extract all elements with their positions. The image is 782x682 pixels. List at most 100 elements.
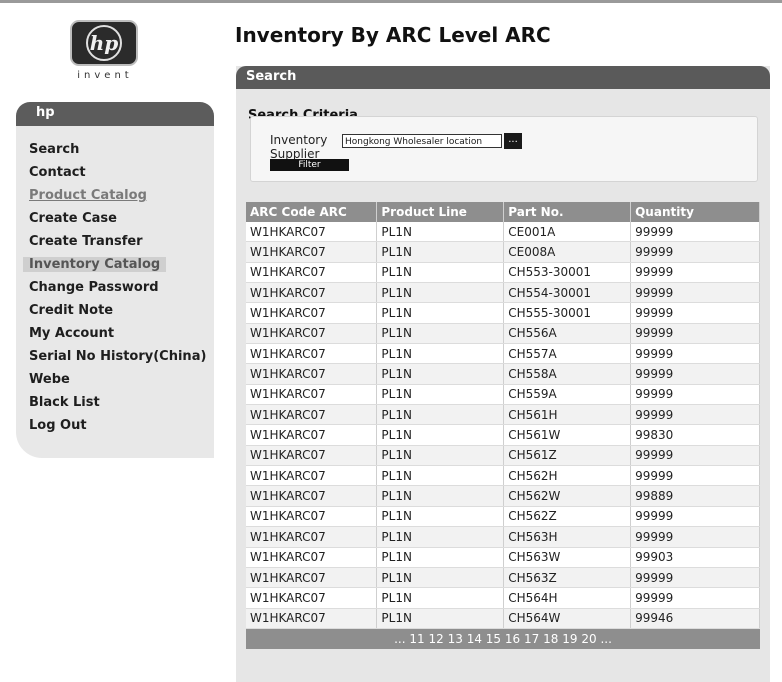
cell-arc-code: W1HKARC07 — [246, 424, 378, 446]
table-row[interactable]: W1HKARC07 PL1N CH554-30001 99999 — [246, 282, 760, 304]
cell-arc-code: W1HKARC07 — [246, 547, 378, 568]
table-row[interactable]: W1HKARC07 PL1N CH556A 99999 — [246, 323, 760, 345]
cell-quantity: 99999 — [630, 262, 760, 284]
inventory-table: ARC Code ARC Product Line Part No. Quant… — [246, 202, 760, 649]
sidebar: hp Search Contact Product Catalog Create… — [16, 102, 214, 458]
cell-part-no: CH563H — [503, 526, 632, 548]
pager-page-link[interactable]: 20 — [581, 632, 596, 646]
sidebar-item-change-password[interactable]: Change Password — [29, 278, 206, 301]
sidebar-item-my-account[interactable]: My Account — [29, 324, 206, 347]
cell-part-no: CE008A — [503, 241, 632, 263]
table-row[interactable]: W1HKARC07 PL1N CH557A 99999 — [246, 343, 760, 365]
sidebar-item-black-list[interactable]: Black List — [29, 393, 206, 416]
pager-page-link[interactable]: 14 — [467, 632, 482, 646]
cell-product-line: PL1N — [376, 323, 505, 345]
cell-product-line: PL1N — [376, 465, 505, 487]
pager-page-link[interactable]: 18 — [543, 632, 558, 646]
table-row[interactable]: W1HKARC07 PL1N CH563W 99903 — [246, 547, 760, 568]
cell-quantity: 99999 — [630, 465, 760, 487]
pager-prev-ellipsis[interactable]: ... — [394, 632, 405, 646]
table-row[interactable]: W1HKARC07 PL1N CH555-30001 99999 — [246, 302, 760, 324]
hp-logo-icon: hp — [86, 25, 122, 61]
cell-product-line: PL1N — [376, 526, 505, 548]
cell-arc-code: W1HKARC07 — [246, 485, 378, 507]
cell-arc-code: W1HKARC07 — [246, 608, 378, 629]
sidebar-item-webe[interactable]: Webe — [29, 370, 206, 393]
cell-quantity: 99999 — [630, 323, 760, 345]
sidebar-item-create-transfer[interactable]: Create Transfer — [29, 232, 206, 255]
sidebar-item-product-catalog[interactable]: Product Catalog — [29, 186, 206, 209]
cell-part-no: CH562H — [503, 465, 632, 487]
cell-product-line: PL1N — [376, 547, 505, 568]
sidebar-item-create-case[interactable]: Create Case — [29, 209, 206, 232]
sidebar-item-search[interactable]: Search — [29, 140, 206, 163]
table-row[interactable]: W1HKARC07 PL1N CH561H 99999 — [246, 404, 760, 426]
column-header-part-no[interactable]: Part No. — [503, 202, 632, 222]
pager-page-link[interactable]: 13 — [448, 632, 463, 646]
supplier-browse-button[interactable]: ... — [504, 133, 522, 149]
cell-part-no: CH563W — [503, 547, 632, 568]
table-row[interactable]: W1HKARC07 PL1N CH562Z 99999 — [246, 506, 760, 528]
table-row[interactable]: W1HKARC07 PL1N CH563H 99999 — [246, 526, 760, 548]
cell-product-line: PL1N — [376, 424, 505, 446]
table-row[interactable]: W1HKARC07 PL1N CE001A 99999 — [246, 222, 760, 243]
sidebar-item-serial-no-history[interactable]: Serial No History(China) — [29, 347, 206, 370]
cell-part-no: CH562Z — [503, 506, 632, 528]
pager-page-link[interactable]: 16 — [505, 632, 520, 646]
column-header-arc-code[interactable]: ARC Code ARC — [246, 202, 378, 222]
filter-button[interactable]: Filter — [270, 159, 349, 171]
cell-part-no: CE001A — [503, 222, 632, 243]
cell-arc-code: W1HKARC07 — [246, 506, 378, 528]
table-row[interactable]: W1HKARC07 PL1N CE008A 99999 — [246, 241, 760, 263]
cell-product-line: PL1N — [376, 241, 505, 263]
sidebar-item-inventory-catalog[interactable]: Inventory Catalog — [23, 255, 206, 278]
table-row[interactable]: W1HKARC07 PL1N CH553-30001 99999 — [246, 262, 760, 284]
logo-mark: hp — [90, 31, 119, 55]
cell-arc-code: W1HKARC07 — [246, 445, 378, 467]
cell-part-no: CH564W — [503, 608, 632, 629]
table-row[interactable]: W1HKARC07 PL1N CH561Z 99999 — [246, 445, 760, 467]
pager-page-link[interactable]: 17 — [524, 632, 539, 646]
column-header-quantity[interactable]: Quantity — [630, 202, 760, 222]
cell-arc-code: W1HKARC07 — [246, 262, 378, 284]
table-row[interactable]: W1HKARC07 PL1N CH561W 99830 — [246, 424, 760, 446]
cell-quantity: 99999 — [630, 222, 760, 243]
cell-arc-code: W1HKARC07 — [246, 384, 378, 406]
cell-product-line: PL1N — [376, 567, 505, 589]
cell-arc-code: W1HKARC07 — [246, 526, 378, 548]
table-row[interactable]: W1HKARC07 PL1N CH562H 99999 — [246, 465, 760, 487]
table-row[interactable]: W1HKARC07 PL1N CH558A 99999 — [246, 363, 760, 385]
cell-product-line: PL1N — [376, 445, 505, 467]
cell-part-no: CH559A — [503, 384, 632, 406]
table-row[interactable]: W1HKARC07 PL1N CH559A 99999 — [246, 384, 760, 406]
pager-page-link[interactable]: 15 — [486, 632, 501, 646]
sidebar-item-credit-note[interactable]: Credit Note — [29, 301, 206, 324]
cell-part-no: CH556A — [503, 323, 632, 345]
cell-quantity: 99999 — [630, 363, 760, 385]
table-row[interactable]: W1HKARC07 PL1N CH562W 99889 — [246, 485, 760, 507]
cell-arc-code: W1HKARC07 — [246, 363, 378, 385]
table-row[interactable]: W1HKARC07 PL1N CH564H 99999 — [246, 587, 760, 609]
pager-page-link[interactable]: 19 — [562, 632, 577, 646]
cell-product-line: PL1N — [376, 302, 505, 324]
cell-product-line: PL1N — [376, 343, 505, 365]
cell-part-no: CH561Z — [503, 445, 632, 467]
pager-next-ellipsis[interactable]: ... — [600, 632, 611, 646]
cell-arc-code: W1HKARC07 — [246, 282, 378, 304]
table-row[interactable]: W1HKARC07 PL1N CH563Z 99999 — [246, 567, 760, 589]
sidebar-item-contact[interactable]: Contact — [29, 163, 206, 186]
inventory-supplier-field[interactable]: Hongkong Wholesaler location — [342, 134, 502, 148]
cell-product-line: PL1N — [376, 404, 505, 426]
cell-part-no: CH554-30001 — [503, 282, 632, 304]
column-header-product-line[interactable]: Product Line — [376, 202, 505, 222]
sidebar-item-log-out[interactable]: Log Out — [29, 416, 206, 439]
cell-part-no: CH563Z — [503, 567, 632, 589]
pager-page-link[interactable]: 12 — [428, 632, 443, 646]
pager-page-link[interactable]: 11 — [409, 632, 424, 646]
cell-arc-code: W1HKARC07 — [246, 465, 378, 487]
logo-tagline: invent — [77, 70, 133, 81]
cell-arc-code: W1HKARC07 — [246, 323, 378, 345]
table-row[interactable]: W1HKARC07 PL1N CH564W 99946 — [246, 608, 760, 629]
cell-arc-code: W1HKARC07 — [246, 567, 378, 589]
cell-product-line: PL1N — [376, 363, 505, 385]
